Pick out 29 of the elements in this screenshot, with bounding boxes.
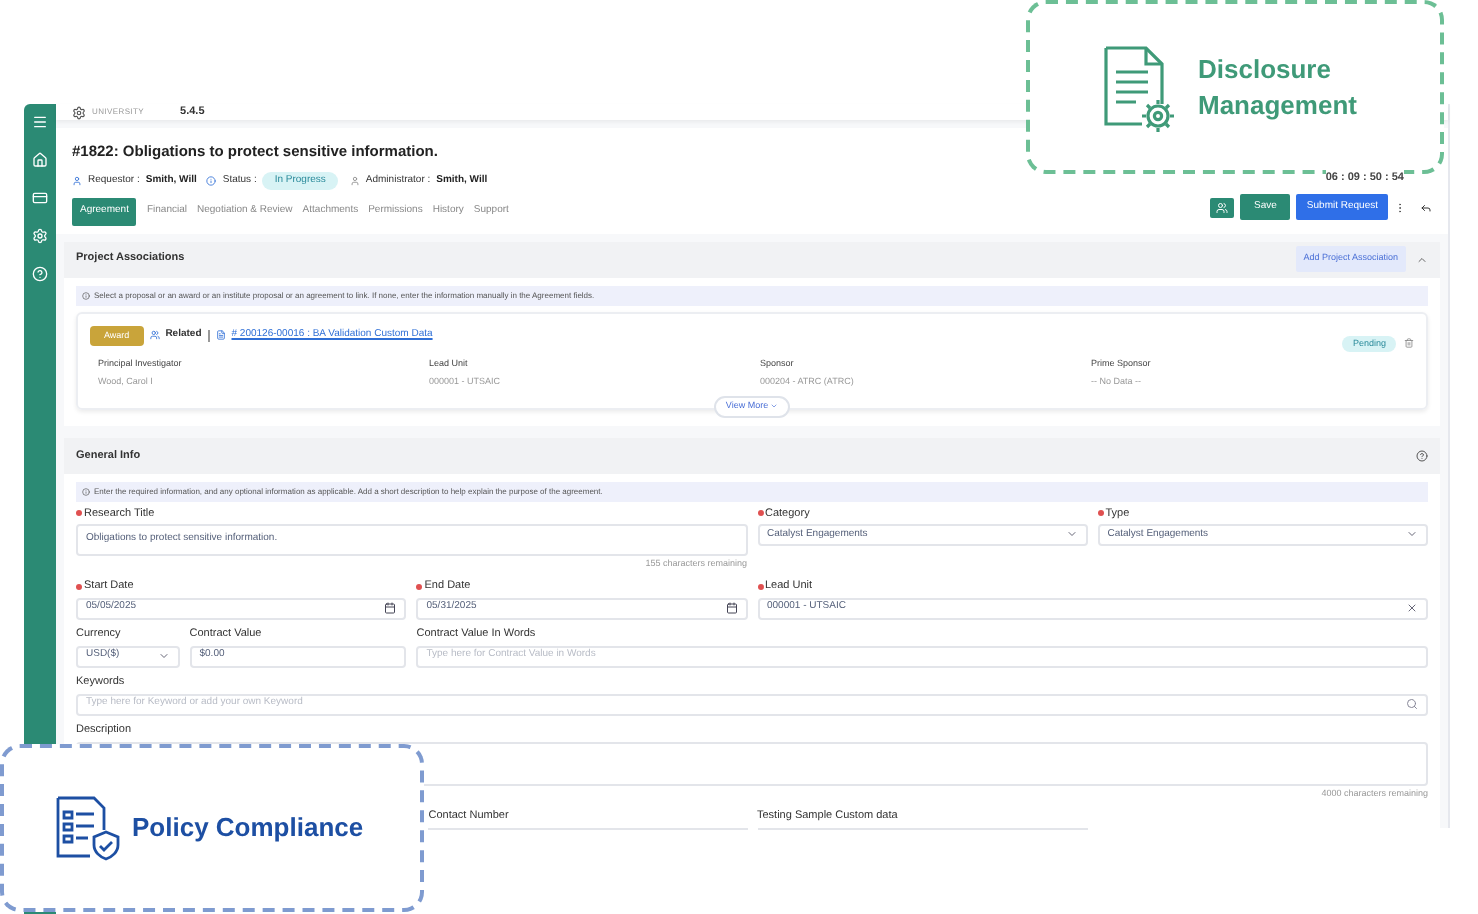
chevron-down-icon	[1065, 528, 1078, 541]
calendar-icon	[384, 602, 397, 614]
home-icon[interactable]	[32, 152, 48, 168]
menu-icon[interactable]	[32, 114, 48, 130]
calendar-icon	[725, 602, 737, 614]
help-icon[interactable]	[32, 266, 48, 282]
card-icon[interactable]	[32, 190, 48, 206]
logo-icon	[72, 105, 86, 120]
delete-icon[interactable]	[1404, 338, 1414, 349]
callout-title: Disclosure Management	[1198, 51, 1359, 123]
chevron-down-icon	[157, 650, 170, 662]
person-icon	[72, 175, 82, 186]
reply-icon[interactable]	[1420, 201, 1432, 213]
info-icon	[82, 291, 90, 299]
document-icon	[215, 330, 226, 341]
people-icon	[149, 330, 160, 341]
people-icon	[1216, 201, 1229, 213]
help-icon	[1416, 449, 1428, 462]
checklist-shield-icon	[54, 794, 122, 862]
info-icon	[82, 487, 90, 496]
chevron-down-icon	[1406, 528, 1418, 541]
status-icon	[206, 175, 217, 186]
admin-icon	[349, 175, 360, 186]
users-button[interactable]	[1210, 197, 1235, 217]
settings-icon[interactable]	[32, 228, 48, 244]
search-icon	[1406, 698, 1418, 710]
clear-icon	[1406, 602, 1418, 614]
document-gear-icon	[1102, 43, 1178, 131]
callout-title: Policy Compliance	[132, 810, 364, 847]
